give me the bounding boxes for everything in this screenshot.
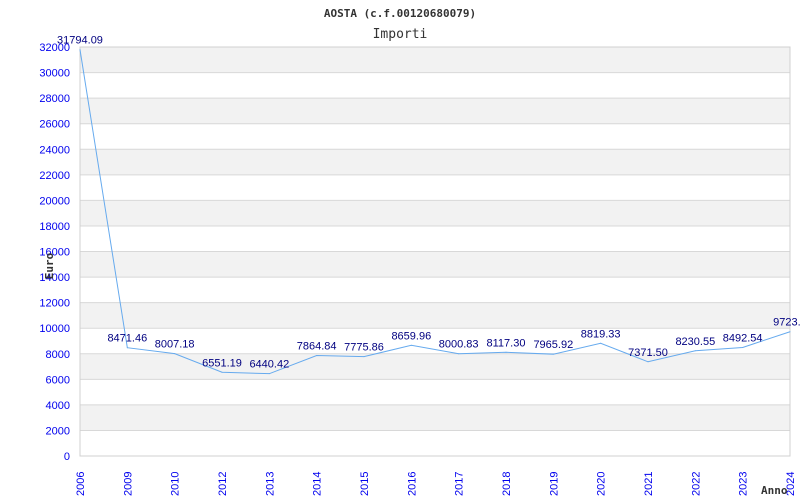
line-chart: AOSTA (c.f.00120680079) Importi 0 2000 400…: [39, 7, 800, 497]
data-point: [174, 353, 176, 355]
data-label: 7371.50: [628, 347, 668, 359]
data-label: 7775.86: [344, 342, 384, 354]
x-tick-label: 2009: [122, 472, 134, 496]
y-tick-label: 10000: [39, 323, 70, 335]
grid-band: [80, 123, 790, 150]
data-label: 8471.46: [107, 333, 147, 345]
data-label: 8492.54: [723, 332, 763, 344]
x-tick-label: 2019: [548, 472, 560, 496]
grid-band: [80, 174, 790, 201]
y-tick-label: 24000: [39, 144, 70, 156]
data-point: [742, 346, 744, 348]
grid-band: [80, 430, 790, 456]
data-point: [647, 361, 649, 363]
data-label: 6551.19: [202, 357, 242, 369]
grid-band: [80, 47, 790, 73]
data-point: [458, 353, 460, 355]
data-point: [221, 371, 223, 373]
data-label: 8230.55: [675, 336, 715, 348]
x-tick-label: 2017: [454, 472, 466, 496]
data-label: 9723.0: [773, 317, 800, 329]
grid-band: [80, 379, 790, 405]
x-tick-label: 2021: [643, 472, 655, 496]
y-tick-label: 6000: [46, 374, 70, 386]
data-label: 8000.83: [439, 339, 479, 351]
grid-band: [80, 149, 790, 175]
data-point: [505, 351, 507, 353]
y-tick-label: 18000: [39, 221, 70, 233]
x-tick-label: 2015: [359, 472, 371, 496]
data-label: 6440.42: [249, 359, 289, 371]
data-point: [79, 49, 81, 51]
grid-band: [80, 200, 790, 226]
y-tick-label: 20000: [39, 195, 70, 207]
data-label: 8117.30: [487, 337, 526, 349]
x-tick-label: 2012: [217, 472, 229, 496]
data-label: 8819.33: [581, 328, 621, 340]
data-point: [268, 373, 270, 375]
y-axis-label: Euro: [43, 252, 56, 279]
x-tick-label: 2018: [501, 472, 513, 496]
y-tick-label: 28000: [39, 93, 70, 105]
x-tick-label: 2013: [264, 472, 276, 496]
data-label: 8007.18: [155, 339, 195, 351]
data-point: [126, 347, 128, 349]
x-tick-label: 2010: [170, 472, 182, 496]
data-point: [552, 353, 554, 355]
chart-title: AOSTA (c.f.00120680079): [324, 7, 476, 20]
grid-band: [80, 72, 790, 99]
data-point: [410, 344, 412, 346]
y-tick-label: 0: [64, 451, 70, 463]
y-tick-label: 4000: [46, 400, 70, 412]
x-tick-label: 2006: [75, 472, 87, 496]
data-label: 8659.96: [391, 330, 431, 342]
grid-band: [80, 225, 790, 252]
y-tick-label: 26000: [39, 119, 70, 131]
x-axis-label: Anno: [761, 484, 788, 497]
x-tick-label: 2023: [738, 472, 750, 496]
grid-band: [80, 302, 790, 329]
grid-band: [80, 353, 790, 380]
data-point: [316, 354, 318, 356]
data-label: 7965.92: [533, 339, 573, 351]
grid-band: [80, 98, 790, 124]
data-label: 31794.09: [57, 35, 103, 47]
data-point: [600, 342, 602, 344]
chart-subtitle: Importi: [373, 27, 428, 42]
y-tick-label: 2000: [46, 425, 70, 437]
y-tick-label: 8000: [46, 349, 70, 361]
grid-band: [80, 404, 790, 431]
data-point: [694, 350, 696, 352]
grid-band: [80, 251, 790, 278]
grid-band: [80, 277, 790, 303]
y-tick-label: 22000: [39, 170, 70, 182]
x-tick-label: 2020: [596, 472, 608, 496]
y-tick-label: 30000: [39, 68, 70, 80]
data-point: [789, 331, 791, 333]
data-label: 7864.84: [297, 340, 337, 352]
data-point: [363, 356, 365, 358]
x-tick-label: 2016: [406, 472, 418, 496]
y-tick-label: 12000: [39, 298, 70, 310]
x-tick-label: 2022: [690, 472, 702, 496]
x-tick-label: 2014: [312, 472, 324, 496]
